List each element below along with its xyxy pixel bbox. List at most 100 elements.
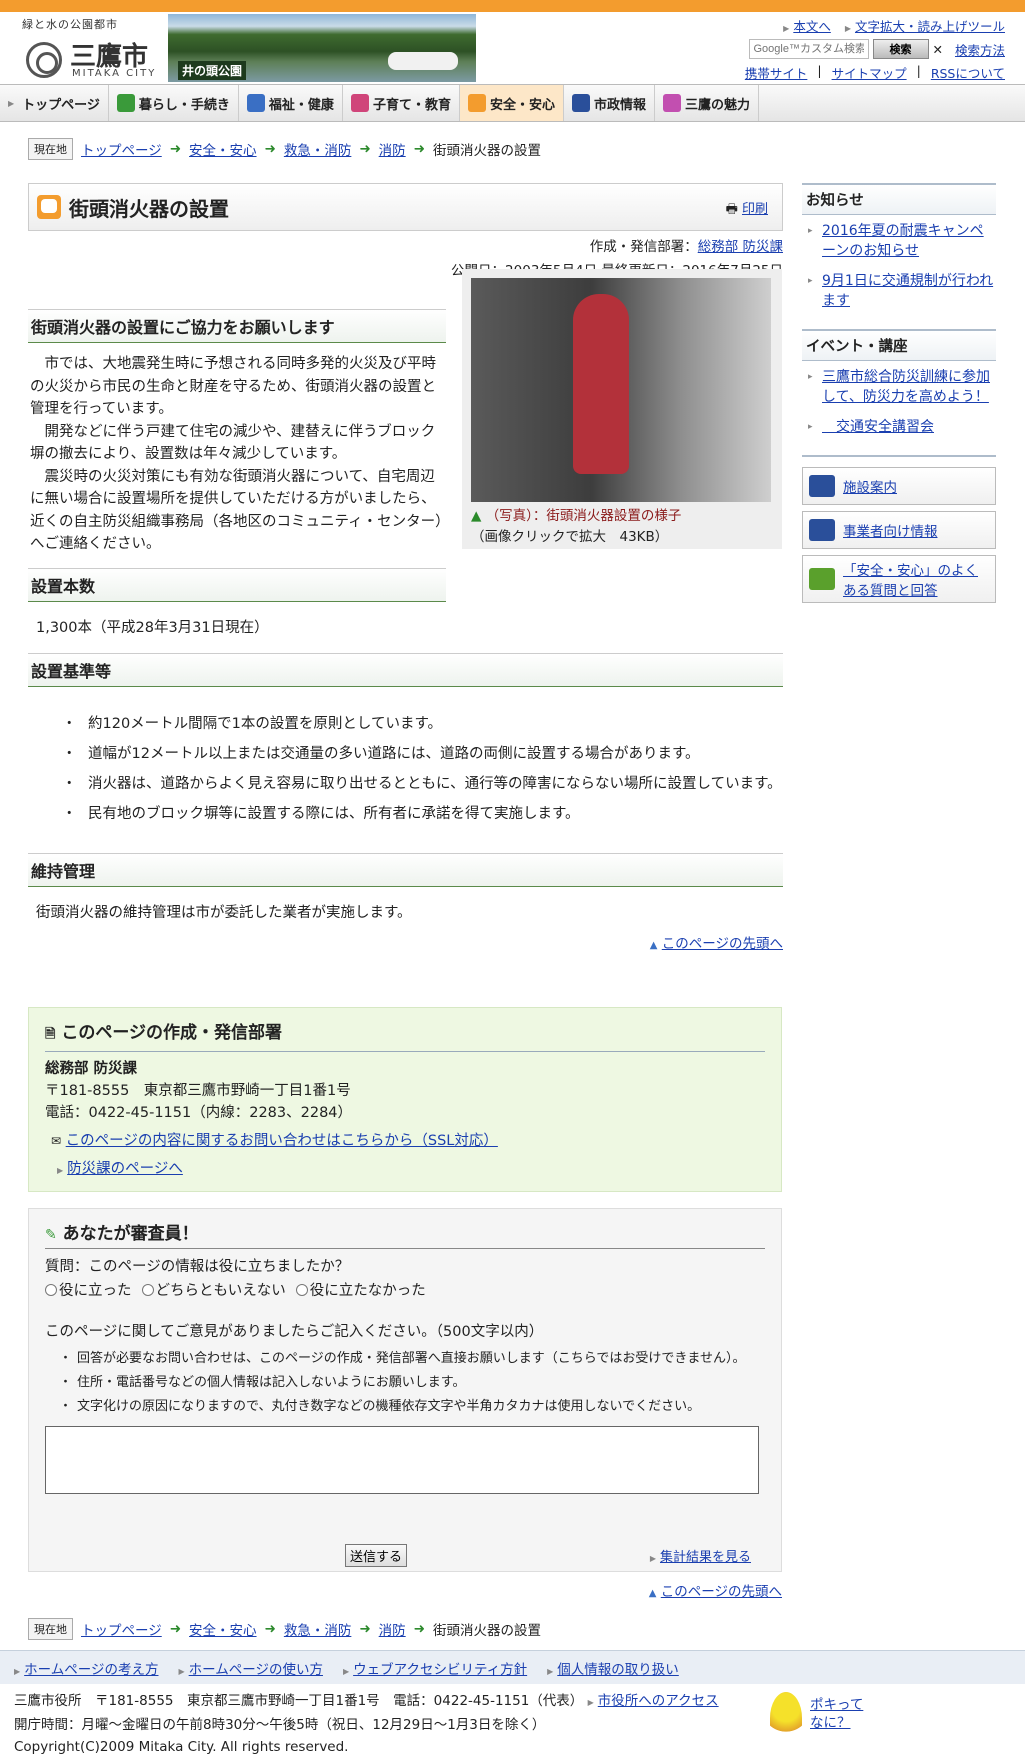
option-neutral[interactable]: どちらともいえない	[141, 1279, 286, 1300]
triangle-icon: ▶	[649, 1554, 656, 1563]
breadcrumb-link[interactable]: 安全・安心	[189, 139, 257, 159]
dept-page-link[interactable]: 防災課のページへ	[67, 1161, 183, 1177]
business-info-link[interactable]: 事業者向け情報	[843, 520, 938, 540]
arrow-icon: ➜	[359, 1621, 371, 1637]
arrow-right-icon	[809, 519, 835, 541]
nav-government[interactable]: 市政情報	[564, 85, 655, 121]
comment-textarea[interactable]	[45, 1426, 759, 1494]
footer-link[interactable]: ホームページの使い方	[189, 1662, 323, 1678]
search-button[interactable]: 検索	[872, 39, 929, 59]
print-link[interactable]: 印刷	[742, 202, 768, 217]
header-photo-caption: 井の頭公園	[178, 61, 247, 80]
breadcrumb: 現在地 トップページ ➜ 安全・安心 ➜ 救急・消防 ➜ 消防 ➜ 街頭消火器の設置	[28, 138, 541, 160]
results-link-row: ▶ 集計結果を見る	[650, 1546, 751, 1565]
radio-button[interactable]	[295, 1283, 308, 1296]
author-line: 作成・発信部署：総務部 防災課	[28, 235, 783, 259]
header-photo: 井の頭公園	[168, 14, 476, 82]
search-help-link[interactable]: 検索方法	[955, 40, 1005, 59]
event-link[interactable]: 三鷹市総合防災訓練に参加して、防災力を高めよう！	[822, 369, 990, 405]
news-item: 9月1日に交通規制が行われます	[806, 271, 996, 311]
news-link[interactable]: 2016年夏の耐震キャンペーンのお知らせ	[822, 223, 984, 259]
pencil-icon: ✎	[45, 1227, 57, 1243]
option-not-helpful[interactable]: 役に立たなかった	[295, 1279, 426, 1300]
breadcrumb-link[interactable]: 安全・安心	[189, 1619, 257, 1639]
news-link[interactable]: 9月1日に交通規制が行われます	[822, 273, 993, 309]
option-helpful[interactable]: 役に立った	[45, 1279, 132, 1300]
footer-link[interactable]: 個人情報の取り扱い	[557, 1662, 679, 1678]
arrow-icon: ➜	[413, 1621, 425, 1637]
breadcrumb-link[interactable]: 消防	[379, 139, 406, 159]
facilities-link[interactable]: 施設案内	[843, 476, 897, 496]
nav-attractions[interactable]: 三鷹の魅力	[655, 85, 759, 121]
submit-button[interactable]: 送信する	[345, 1544, 408, 1567]
mobile-site-link[interactable]: 携帯サイト	[745, 63, 808, 82]
results-link[interactable]: 集計結果を見る	[660, 1550, 751, 1565]
photo-figure[interactable]: ▲ （写真）：街頭消火器設置の様子 （画像クリックで拡大 43KB）	[462, 269, 782, 549]
skip-to-content-link[interactable]: 本文へ	[793, 19, 831, 34]
sitemap-link[interactable]: サイトマップ	[832, 63, 907, 82]
section-heading-criteria: 設置基準等	[28, 652, 783, 687]
to-top-link[interactable]: ▲ このページの先頭へ	[28, 1580, 782, 1600]
photo-caption-text: （写真）：街頭消火器設置の様子	[485, 508, 682, 524]
facilities-button[interactable]: 施設案内	[802, 467, 996, 505]
nav-top[interactable]: ▶ トップページ	[0, 85, 109, 121]
to-top-link[interactable]: ▲ このページの先頭へ	[28, 932, 783, 952]
print-button[interactable]: 🖶 印刷	[726, 198, 768, 222]
radio-button[interactable]	[45, 1283, 57, 1296]
poki-link-line2[interactable]: なに？	[810, 1715, 851, 1731]
breadcrumb-link[interactable]: 救急・消防	[284, 1619, 352, 1639]
rss-link[interactable]: RSSについて	[931, 63, 1005, 82]
to-top-text[interactable]: このページの先頭へ	[662, 936, 783, 952]
text-size-tool-link[interactable]: 文字拡大・読み上げツール	[855, 19, 1005, 34]
fire-extinguisher-box-image	[573, 294, 629, 474]
breadcrumb-link[interactable]: トップページ	[81, 1619, 162, 1639]
list-item: 住所・電話番号などの個人情報は記入しないようにお願いします。	[45, 1372, 765, 1394]
poki-link[interactable]: ポキってなに？	[810, 1696, 863, 1732]
nav-label: 暮らし・手続き	[138, 97, 230, 113]
breadcrumb-link[interactable]: 救急・消防	[284, 139, 352, 159]
to-top-text[interactable]: このページの先頭へ	[661, 1584, 782, 1600]
triangle-icon: ▶	[57, 1166, 64, 1175]
footer-link[interactable]: ウェブアクセシビリティ方針	[353, 1662, 527, 1678]
news-item: 2016年夏の耐震キャンペーンのお知らせ	[806, 221, 996, 261]
breadcrumb-link[interactable]: トップページ	[81, 139, 162, 159]
footer-link[interactable]: ホームページの考え方	[24, 1662, 158, 1678]
document-icon: 🗎	[45, 1027, 56, 1042]
faq-link[interactable]: 「安全・安心」のよくある質問と回答	[843, 559, 989, 599]
arrow-icon: ➜	[359, 141, 371, 157]
business-info-button[interactable]: 事業者向け情報	[802, 511, 996, 549]
extinguisher-photo[interactable]	[471, 278, 771, 502]
access-link[interactable]: 市役所へのアクセス	[598, 1693, 719, 1709]
search-input[interactable]	[748, 39, 869, 59]
author-link[interactable]: 総務部 防災課	[698, 239, 783, 255]
list-item: 回答が必要なお問い合わせは、このページの作成・発信部署へ直接お願いします（こちら…	[45, 1348, 765, 1370]
dept-page-row: ▶ 防災課のページへ	[45, 1158, 765, 1182]
city-logo[interactable]: 緑と水の公園都市 三鷹市 MITAKA CITY	[22, 16, 162, 79]
nav-safety[interactable]: 安全・安心	[459, 85, 564, 121]
clear-icon[interactable]: ✕	[933, 42, 943, 57]
office-info: 三鷹市役所 〒181-8555 東京都三鷹市野崎一丁目1番1号 電話：0422-…	[14, 1693, 584, 1709]
section-heading-maintenance: 維持管理	[28, 852, 783, 887]
list-item: 民有地のブロック塀等に設置する際には、所有者に承諾を得て実施します。	[60, 803, 783, 825]
poki-link-line1[interactable]: ポキって	[810, 1697, 863, 1713]
nav-living[interactable]: 暮らし・手続き	[109, 85, 239, 121]
nav-childcare[interactable]: 子育て・教育	[343, 85, 460, 121]
breadcrumb-link[interactable]: 消防	[379, 1619, 406, 1639]
arrow-icon: ➜	[264, 1621, 276, 1637]
poki-mascot-icon[interactable]	[770, 1692, 802, 1744]
radio-button[interactable]	[141, 1283, 154, 1296]
feedback-form: ✎ あなたが審査員！ 質問：このページの情報は役に立ちましたか？ 役に立った ど…	[28, 1208, 782, 1572]
department-heading-text: このページの作成・発信部署	[61, 1023, 283, 1043]
inquiry-row: ✉ このページの内容に関するお問い合わせはこちらから（SSL対応）	[45, 1130, 765, 1152]
event-link[interactable]: 交通安全講習会	[822, 419, 934, 435]
safety-icon	[37, 195, 61, 219]
inquiry-link[interactable]: このページの内容に関するお問い合わせはこちらから（SSL対応）	[66, 1133, 498, 1149]
nav-label: 安全・安心	[489, 97, 555, 113]
nav-welfare[interactable]: 福祉・健康	[239, 85, 343, 121]
author-label: 作成・発信部署：	[589, 239, 698, 255]
global-nav: ▶ トップページ 暮らし・手続き 福祉・健康 子育て・教育 安全・安心 市政情報 …	[0, 84, 1025, 122]
event-item: 交通安全講習会	[806, 417, 996, 437]
photo-caption: ▲ （写真）：街頭消火器設置の様子 （画像クリックで拡大 43KB）	[471, 506, 773, 548]
list-item: 消火器は、道路からよく見え容易に取り出せるとともに、通行等の障害にならない場所に…	[60, 773, 783, 795]
faq-button[interactable]: 「安全・安心」のよくある質問と回答	[802, 555, 996, 603]
